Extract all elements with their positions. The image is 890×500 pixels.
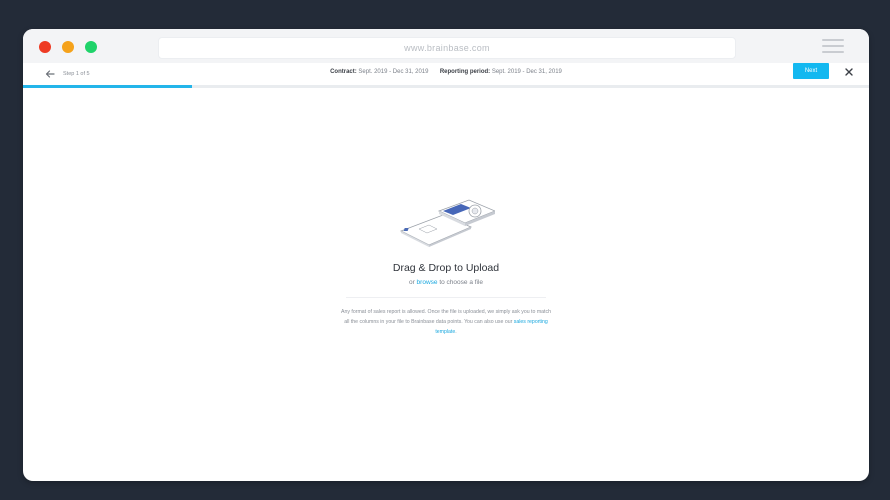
browser-window: www.brainbase.com Step 1 of 5 Contract: … <box>23 29 869 481</box>
reporting-value: Sept. 2019 - Dec 31, 2019 <box>491 69 562 75</box>
close-window-dot[interactable] <box>39 41 51 53</box>
hamburger-menu-icon[interactable] <box>822 39 844 53</box>
close-icon[interactable] <box>845 68 853 76</box>
or-text: or <box>408 279 417 286</box>
upload-note: Any format of sales report is allowed. O… <box>341 307 551 337</box>
period-info: Contract: Sept. 2019 - Dec 31, 2019 Repo… <box>23 67 869 77</box>
upload-subline: or browse to choose a file <box>23 278 869 288</box>
browse-link[interactable]: browse <box>417 279 438 286</box>
file-upload-illustration <box>400 199 495 247</box>
browser-titlebar: www.brainbase.com <box>23 29 869 63</box>
app-header: Step 1 of 5 Contract: Sept. 2019 - Dec 3… <box>23 63 869 86</box>
maximize-window-dot[interactable] <box>85 41 97 53</box>
choose-file-text: to choose a file <box>437 279 484 286</box>
next-button[interactable]: Next <box>793 63 829 79</box>
contract-label: Contract: <box>330 69 357 75</box>
contract-value: Sept. 2019 - Dec 31, 2019 <box>358 69 429 75</box>
note-end: . <box>455 329 457 335</box>
minimize-window-dot[interactable] <box>62 41 74 53</box>
address-bar[interactable]: www.brainbase.com <box>158 37 736 59</box>
divider <box>346 297 546 298</box>
progress-bar <box>23 85 869 88</box>
reporting-label: Reporting period: <box>439 69 491 75</box>
upload-title: Drag & Drop to Upload <box>392 262 500 274</box>
progress-fill <box>23 85 193 88</box>
